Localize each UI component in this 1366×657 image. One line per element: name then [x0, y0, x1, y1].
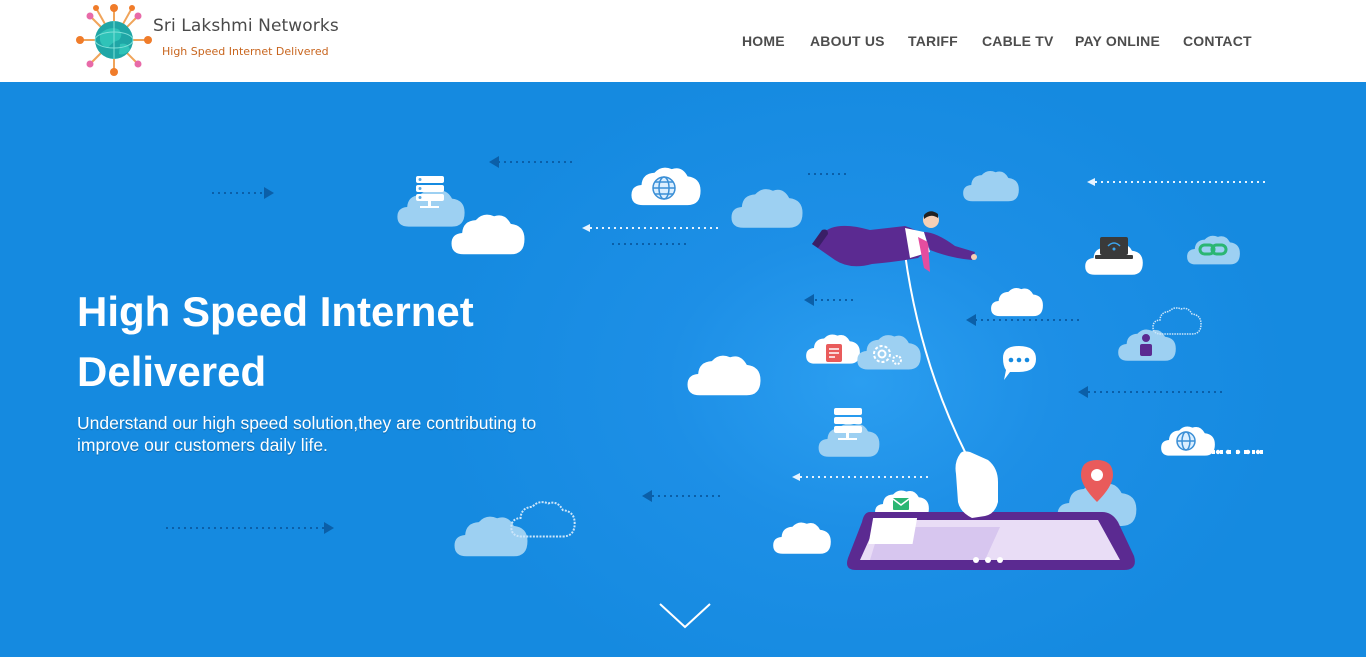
nav-tariff[interactable]: TARIFF: [908, 33, 958, 49]
hero-banner: High Speed Internet Delivered Understand…: [0, 82, 1366, 657]
globe-logo-icon[interactable]: [74, 2, 154, 80]
nav-about-us[interactable]: ABOUT US: [810, 33, 885, 49]
site-header: Sri Lakshmi Networks High Speed Internet…: [0, 0, 1366, 82]
email-icon: [892, 498, 910, 510]
nav-pay-online[interactable]: PAY ONLINE: [1075, 33, 1160, 49]
hero-title: High Speed Internet Delivered: [77, 282, 597, 402]
brand-tagline: High Speed Internet Delivered: [162, 45, 329, 58]
nav-home[interactable]: HOME: [742, 33, 785, 49]
document-icon: [826, 344, 842, 362]
hero-subtitle: Understand our high speed solution,they …: [77, 413, 537, 455]
globe-icon: [652, 176, 676, 200]
chevron-down-icon[interactable]: [656, 600, 714, 632]
laptop-wifi-icon: [1095, 237, 1133, 259]
nav-contact[interactable]: CONTACT: [1183, 33, 1252, 49]
chat-icon: [1003, 346, 1036, 380]
hero-title-line1: High Speed Internet: [77, 288, 474, 335]
globe-icon: [1176, 431, 1196, 451]
hero-title-line2: Delivered: [77, 348, 267, 395]
nav-cable-tv[interactable]: CABLE TV: [982, 33, 1054, 49]
flying-man-illustration: [812, 211, 977, 272]
brand-name: Sri Lakshmi Networks: [153, 16, 339, 36]
